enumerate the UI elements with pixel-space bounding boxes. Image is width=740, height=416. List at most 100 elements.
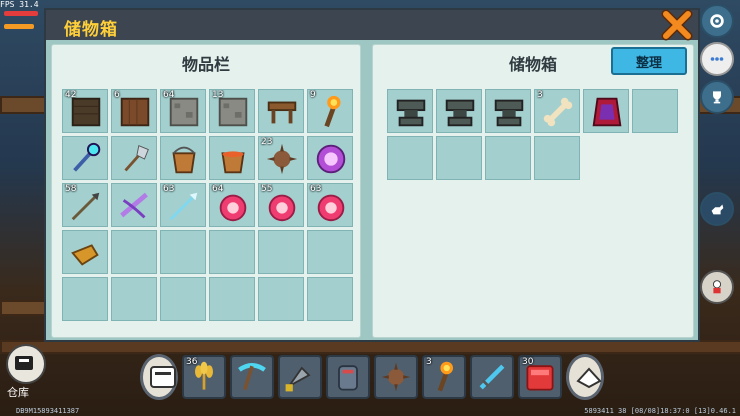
item-count: 64 — [212, 184, 224, 194]
anvil-icon — [396, 99, 426, 127]
trophy-button[interactable] — [700, 80, 734, 114]
anvil-icon — [445, 99, 475, 127]
warehouse-icon — [15, 356, 33, 370]
character-button[interactable] — [700, 270, 734, 304]
fps-readout: FPS 31.4 — [0, 0, 39, 9]
slot-empty[interactable] — [307, 230, 353, 274]
slot-empty[interactable] — [632, 89, 678, 133]
slot-stone-block[interactable]: 13 — [209, 89, 255, 133]
slot-water-bucket[interactable] — [209, 136, 255, 180]
slot-empty[interactable] — [111, 277, 157, 321]
slot-empty[interactable] — [307, 277, 353, 321]
slot-meat[interactable]: 55 — [258, 183, 304, 227]
slot-arrow[interactable]: 58 — [62, 183, 108, 227]
hslot-spiked-seed[interactable] — [374, 355, 418, 399]
settings-button[interactable] — [700, 4, 734, 38]
item-count: 64 — [163, 90, 175, 100]
anvil-icon — [494, 99, 524, 127]
chat-button[interactable] — [700, 42, 734, 76]
hotbar: 36 3 30 — [140, 350, 604, 404]
hslot-ice-sword[interactable] — [470, 355, 514, 399]
item-count: 55 — [261, 184, 273, 194]
hslot-torch[interactable]: 3 — [422, 355, 466, 399]
hslot-diamond-pickaxe[interactable] — [230, 355, 274, 399]
slot-stone-block[interactable]: 64 — [160, 89, 206, 133]
hunger-bar — [4, 24, 34, 29]
slot-empty[interactable] — [62, 277, 108, 321]
item-count: 9 — [310, 90, 316, 100]
backpack-button[interactable] — [140, 354, 178, 400]
slot-empty[interactable] — [111, 230, 157, 274]
chat-icon — [710, 57, 724, 61]
slot-meat[interactable]: 64 — [209, 183, 255, 227]
slot-empty[interactable] — [436, 136, 482, 180]
trophy-icon — [713, 91, 721, 104]
water-bucket-icon — [221, 151, 245, 174]
slot-anvil[interactable] — [485, 89, 531, 133]
wood-beam — [0, 96, 48, 114]
slot-empty[interactable] — [387, 136, 433, 180]
crafting-table-icon — [267, 101, 297, 124]
hotbar-slots: 36 3 30 — [182, 355, 562, 399]
warehouse-button[interactable] — [6, 344, 46, 384]
slot-meat[interactable]: 63 — [307, 183, 353, 227]
footer-status: 5893411 38 [08/08]18:37:0 [13]0.46.1 — [584, 407, 736, 415]
slot-magic-scroll[interactable] — [307, 136, 353, 180]
slot-shovel[interactable] — [111, 136, 157, 180]
slot-empty[interactable] — [209, 277, 255, 321]
slot-empty[interactable] — [160, 277, 206, 321]
hslot-wheat[interactable]: 36 — [182, 355, 226, 399]
slot-empty[interactable] — [258, 277, 304, 321]
craft-button[interactable] — [566, 354, 604, 400]
close-button[interactable] — [660, 8, 694, 42]
item-count: 58 — [65, 184, 77, 194]
hslot-red-block[interactable]: 30 — [518, 355, 562, 399]
hslot-mechanical-glove[interactable] — [326, 355, 370, 399]
pet-button[interactable] — [700, 192, 734, 226]
wood-block-icon — [120, 97, 150, 127]
slot-bucket[interactable] — [160, 136, 206, 180]
slot-empty[interactable] — [534, 136, 580, 180]
hslot-drill[interactable] — [278, 355, 322, 399]
window-title: 储物箱 — [64, 20, 118, 40]
mechanical-glove-icon — [338, 365, 358, 391]
wood-beam — [0, 300, 48, 316]
slot-wood-block[interactable]: 6 — [111, 89, 157, 133]
slot-ice-arrow[interactable]: 63 — [160, 183, 206, 227]
dog-icon — [711, 204, 724, 215]
warehouse-label: 仓库 — [7, 386, 29, 399]
slot-dark-wood-block[interactable]: 42 — [62, 89, 108, 133]
item-count: 23 — [261, 137, 273, 147]
item-count: 42 — [65, 90, 77, 100]
slot-crossbow[interactable] — [111, 183, 157, 227]
whistle-icon — [71, 244, 99, 266]
window-titlebar: 储物箱 — [46, 8, 698, 42]
slot-whistle[interactable] — [62, 230, 108, 274]
slot-crafting-table[interactable] — [258, 89, 304, 133]
close-icon — [661, 9, 693, 41]
slot-red-cape[interactable] — [583, 89, 629, 133]
backpack-icon — [150, 366, 176, 388]
item-count: 6 — [114, 90, 120, 100]
slot-empty[interactable] — [258, 230, 304, 274]
slot-torch[interactable]: 9 — [307, 89, 353, 133]
slot-spiked-seed[interactable]: 23 — [258, 136, 304, 180]
item-count: 3 — [426, 357, 432, 367]
slot-bone[interactable]: 3 — [534, 89, 580, 133]
inventory-title: 物品栏 — [181, 55, 230, 74]
slot-magic-wand[interactable] — [62, 136, 108, 180]
slot-empty[interactable] — [160, 230, 206, 274]
sort-button[interactable]: 整理 — [611, 47, 687, 75]
crossbow-icon — [120, 192, 148, 219]
gear-icon — [710, 14, 724, 28]
slot-empty[interactable] — [209, 230, 255, 274]
drill-icon — [285, 366, 311, 392]
slot-anvil[interactable] — [387, 89, 433, 133]
magic-wand-icon — [73, 142, 101, 172]
magic-scroll-icon — [316, 144, 346, 174]
item-count: 63 — [310, 184, 322, 194]
inventory-panel: 物品栏 42 6 64 13 9 23 58 63 64 55 63 — [51, 44, 361, 338]
storage-grid: 3 — [387, 89, 678, 180]
slot-empty[interactable] — [485, 136, 531, 180]
slot-anvil[interactable] — [436, 89, 482, 133]
